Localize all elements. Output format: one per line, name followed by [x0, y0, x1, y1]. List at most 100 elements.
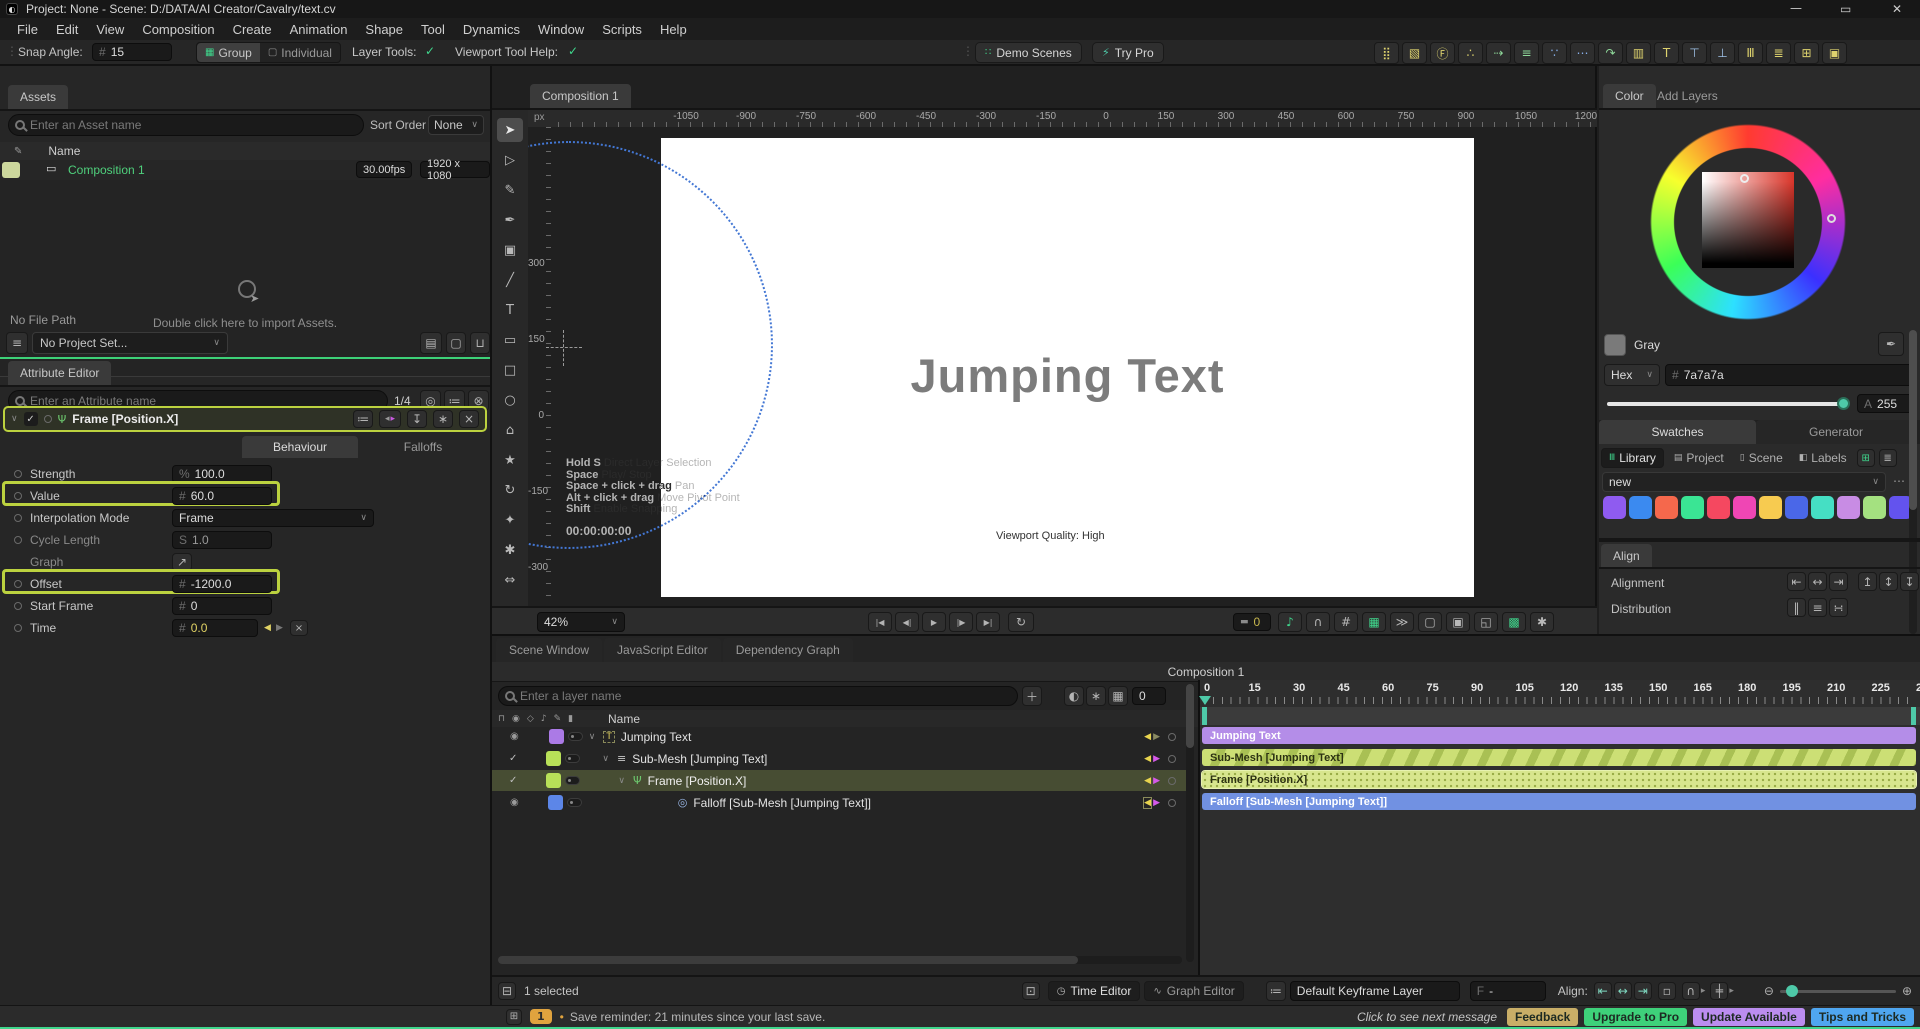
layer-name[interactable]: Sub-Mesh [Jumping Text]	[632, 752, 767, 766]
stagger-icon[interactable]: ≡	[1514, 42, 1539, 64]
next-message-link[interactable]: Click to see next message	[1357, 1010, 1497, 1024]
distribute-scatter-icon[interactable]: ∺	[1829, 598, 1848, 617]
keyframe-prev-icon[interactable]: ◀	[264, 623, 271, 633]
distribute-h-icon[interactable]: ‖	[1787, 598, 1806, 617]
render-camera-icon[interactable]: ▣	[1822, 42, 1847, 64]
tab-falloffs[interactable]: Falloffs	[358, 436, 488, 458]
tab-color[interactable]: Color	[1603, 84, 1656, 108]
timeline-track[interactable]: Jumping Text	[1202, 727, 1916, 744]
layer-row[interactable]: ◉ ∨ T Jumping Text ◀ ▶	[492, 726, 1186, 747]
duplicate-icon[interactable]: ◱	[1474, 612, 1498, 632]
remove-keyframe-icon[interactable]: ×	[290, 620, 308, 636]
window-icon[interactable]: ▢	[446, 332, 466, 354]
keyframe-layer-icon[interactable]: ≔	[1265, 981, 1286, 1001]
tab-swatches[interactable]: Swatches	[1599, 420, 1756, 444]
menu-item[interactable]: Shape	[356, 22, 412, 37]
text-icon[interactable]: T	[1654, 42, 1679, 64]
arc-icon[interactable]: ↷	[1598, 42, 1623, 64]
transport-button[interactable]: ◀|	[895, 612, 919, 632]
hex-mode-select[interactable]: Hex ∨	[1604, 364, 1660, 386]
work-area-end-handle[interactable]	[1911, 707, 1916, 725]
alpha-field[interactable]: A 255	[1857, 394, 1913, 413]
cube-icon[interactable]: ◇	[527, 714, 534, 724]
try-pro-button[interactable]: ⚡ Try Pro	[1092, 42, 1164, 63]
snap-angle-field[interactable]: # 15	[92, 43, 172, 61]
layer-solo-radio[interactable]	[1168, 798, 1176, 807]
layer-search-field[interactable]	[498, 686, 1018, 706]
frame-field[interactable]: F-	[1469, 981, 1546, 1001]
layer-search-input[interactable]	[520, 689, 1011, 703]
asset-color-chip[interactable]	[2, 162, 20, 178]
frame-grid-icon[interactable]: ▥	[1626, 42, 1651, 64]
transport-button[interactable]: |◀	[868, 612, 892, 632]
layer-name[interactable]: Falloff [Sub-Mesh [Jumping Text]]	[693, 796, 871, 810]
minimize-button[interactable]: —	[1790, 1, 1802, 15]
kf-left-icon[interactable]: ◀	[1144, 776, 1151, 786]
grid-icon[interactable]: ⊞	[1794, 42, 1819, 64]
expand-chevron-icon[interactable]: ∨	[618, 776, 625, 786]
screen-icon[interactable]: ▢	[1418, 612, 1442, 632]
time-editor-button[interactable]: ◷ Time Editor	[1047, 981, 1141, 1001]
keyframe-layer-field[interactable]: Default Keyframe Layer	[1289, 981, 1460, 1001]
close-icon[interactable]: ×	[459, 410, 479, 428]
palette-menu-icon[interactable]: ⋯	[1893, 474, 1905, 488]
layer-solo-radio[interactable]	[1168, 754, 1176, 763]
transport-button[interactable]: ▶	[922, 612, 946, 632]
menu-item[interactable]: Create	[224, 22, 281, 37]
zoom-slider-knob[interactable]	[1785, 984, 1798, 997]
canvas-text[interactable]: Jumping Text	[661, 348, 1474, 403]
layer-color-chip[interactable]	[548, 729, 564, 744]
demo-scenes-button[interactable]: ∷ Demo Scenes	[975, 42, 1082, 63]
move-icon[interactable]: ∗	[433, 410, 453, 428]
alpha-slider-knob[interactable]	[1837, 397, 1850, 410]
timeline-track-selected[interactable]: Frame [Position.X]	[1201, 770, 1917, 789]
settings-grid-icon[interactable]: ▦	[1108, 686, 1128, 706]
palette-select[interactable]: new ∨	[1602, 472, 1886, 492]
layer-list-scrollbar[interactable]	[1186, 684, 1194, 962]
magnet-icon[interactable]: ∩	[1306, 612, 1330, 632]
status-action-button[interactable]: Update Available	[1693, 1007, 1805, 1026]
maximize-button[interactable]: ▭	[1840, 2, 1851, 16]
enabled-checkbox[interactable]: ✓	[509, 753, 517, 764]
list-options-icon[interactable]: ≔	[353, 410, 373, 428]
zoom-out-icon[interactable]: ⊖	[1764, 984, 1774, 998]
eyedropper-button[interactable]: ✒	[1878, 332, 1904, 356]
align-center-v-icon[interactable]: ↕	[1879, 572, 1898, 591]
rectangle-tool-icon[interactable]: □	[497, 358, 523, 382]
menu-item[interactable]: Edit	[47, 22, 87, 37]
star-tool-icon[interactable]: ★	[497, 448, 523, 472]
work-area-start-handle[interactable]	[1202, 707, 1207, 725]
layer-tools-check-icon[interactable]: ✓	[425, 44, 435, 58]
alpha-slider[interactable]	[1607, 402, 1849, 406]
snap-keyframe-icon[interactable]: ╪	[1710, 982, 1729, 1000]
kf-right-icon[interactable]: ▶	[1153, 732, 1160, 742]
offset-field[interactable]: # -1200.0	[172, 575, 272, 593]
timeline-track[interactable]: Sub-Mesh [Jumping Text]	[1202, 749, 1916, 766]
frame-range-icon[interactable]: ▫	[1657, 982, 1676, 1000]
magnet-icon[interactable]: ∩	[1681, 982, 1700, 1000]
project-clipboard-icon[interactable]: ≡	[6, 332, 28, 354]
ellipse-tool-icon[interactable]: ○	[497, 388, 523, 412]
palette-swatch[interactable]	[1655, 496, 1678, 519]
saturation-value-box[interactable]	[1702, 172, 1794, 268]
viewport-help-check-icon[interactable]: ✓	[568, 44, 578, 58]
polygon-tool-icon[interactable]: ⌂	[497, 418, 523, 442]
scatter-icon[interactable]: ∴	[1458, 42, 1483, 64]
solo-icon[interactable]: ▮	[568, 714, 573, 724]
close-button[interactable]: ✕	[1892, 2, 1902, 16]
tab-generator[interactable]: Generator	[1756, 420, 1916, 444]
current-color-swatch[interactable]	[1604, 334, 1626, 356]
visibility-eye-icon[interactable]: ◉	[510, 797, 519, 808]
work-area-bar[interactable]	[1200, 707, 1920, 725]
layout-icon[interactable]: ▦	[1362, 612, 1386, 632]
layer-color-chip[interactable]	[546, 773, 562, 788]
toolbar-grip[interactable]: ⋮	[962, 44, 974, 58]
direct-select-tool-icon[interactable]: ▷	[497, 148, 523, 172]
pen-tool-icon[interactable]: ✒	[497, 208, 523, 232]
collapse-chevron-icon[interactable]: ∨	[11, 414, 18, 424]
menu-item[interactable]: View	[87, 22, 133, 37]
transform-filter-icon[interactable]: ∗	[1086, 686, 1106, 706]
sequence-icon[interactable]: ⋯	[1570, 42, 1595, 64]
labels-tab[interactable]: ◧ Labels	[1793, 448, 1853, 468]
layer-solo-radio[interactable]	[1168, 776, 1176, 785]
